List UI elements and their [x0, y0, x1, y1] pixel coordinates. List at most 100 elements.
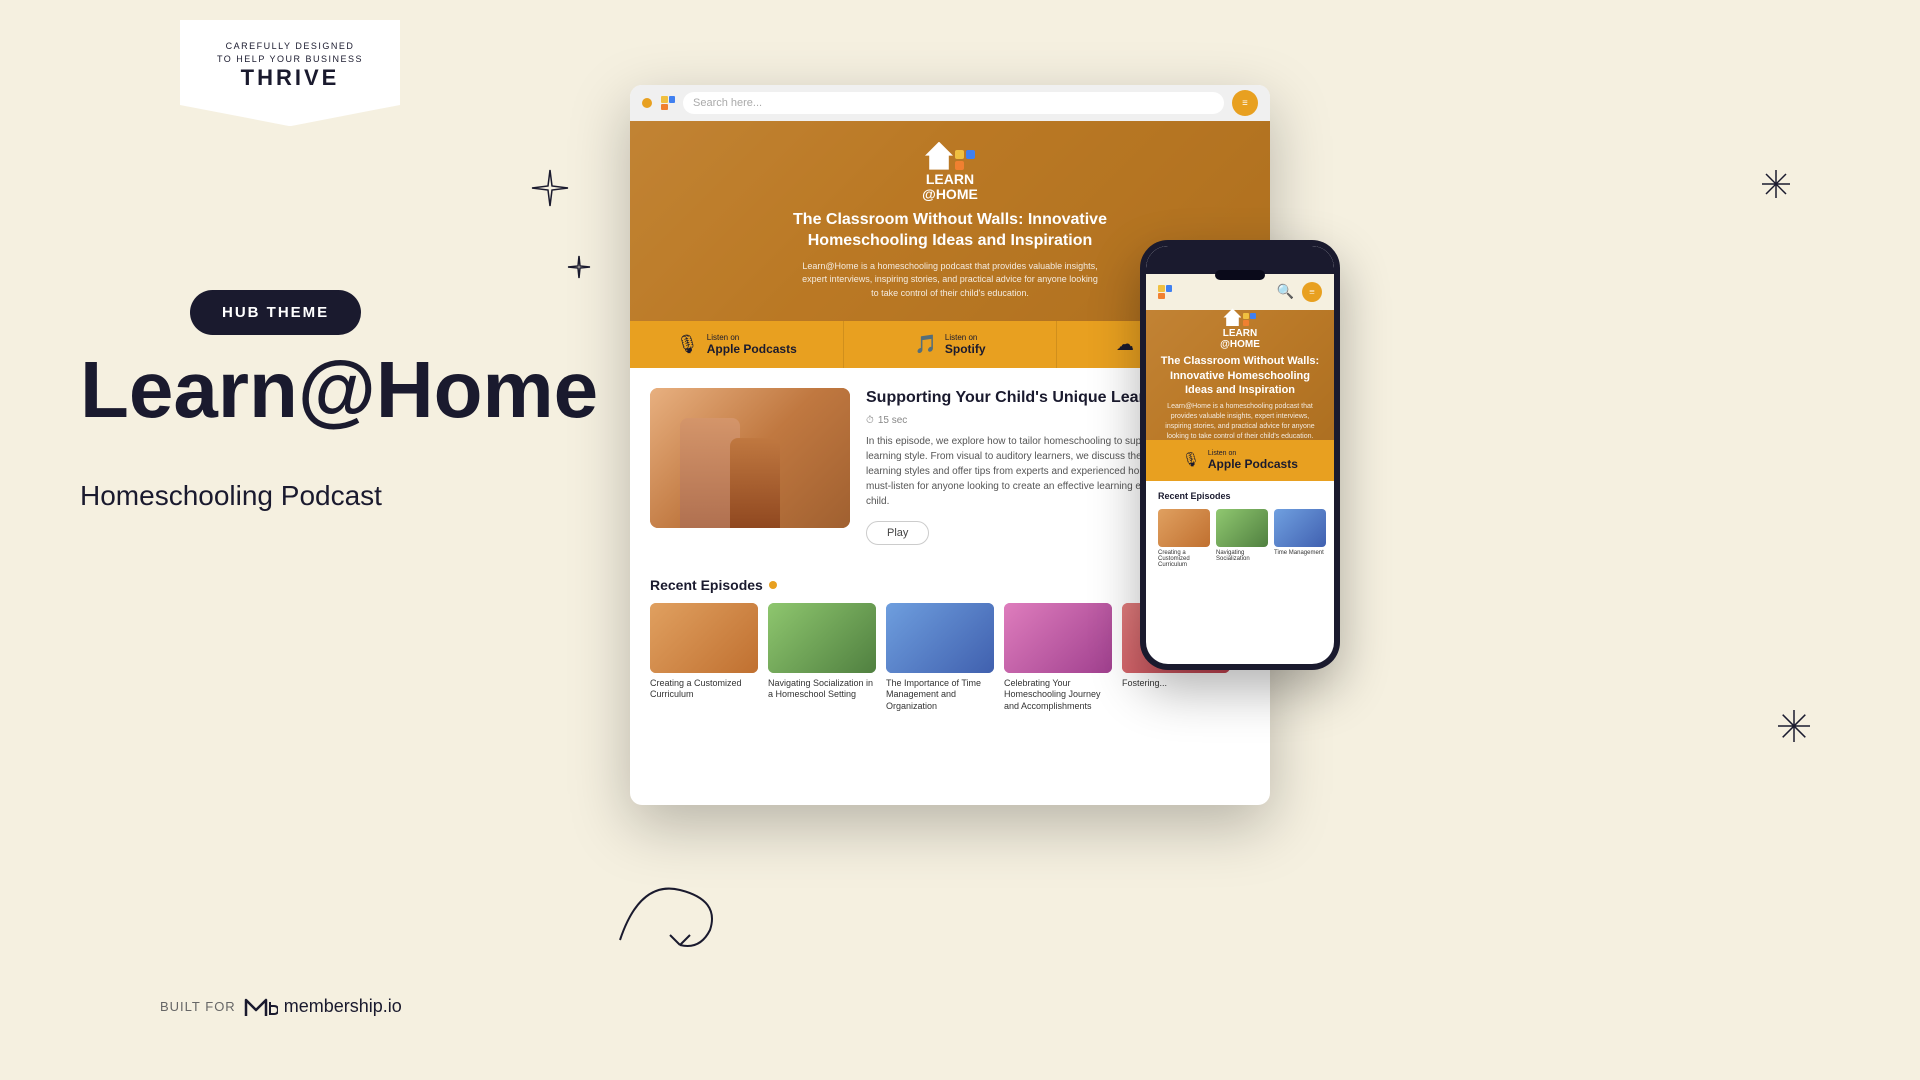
recent-label-4: Celebrating Your Homeschooling Journey a…: [1004, 678, 1112, 713]
mobile-color-blocks: [1243, 313, 1256, 326]
play-button[interactable]: Play: [866, 521, 929, 545]
mobile-hero-title: The Classroom Without Walls: Innovative …: [1158, 354, 1322, 397]
mobile-section-title: Recent Episodes: [1158, 491, 1322, 501]
mobile-recent-label-1: Creating a Customized Curriculum: [1158, 550, 1210, 568]
hero-logo-text: LEARN @HOME: [922, 172, 978, 203]
mobile-house-icon: [1223, 308, 1241, 326]
membership-m-icon: [244, 992, 278, 1020]
mobile-mockup: 🔍 ≡ LEARN @HOM: [1140, 240, 1340, 670]
recent-thumb-4: [1004, 603, 1112, 673]
search-placeholder: Search here...: [693, 97, 762, 109]
mobile-inner: 🔍 ≡ LEARN @HOM: [1146, 246, 1334, 664]
soundcloud-icon: ☁: [1116, 334, 1134, 355]
logo-empty: [966, 161, 975, 170]
mobile-notch-bar: [1146, 246, 1334, 274]
thumb-2-bg: [768, 603, 876, 673]
main-title: Learn@Home: [80, 350, 598, 430]
mb-empty: [1250, 320, 1256, 326]
star-decoration-3: [1762, 170, 1790, 202]
recent-label-5: Fostering...: [1122, 678, 1230, 690]
house-icon: [925, 142, 953, 170]
mb-blue: [1250, 313, 1256, 319]
left-panel: CAREFULLY DESIGNED TO HELP YOUR BUSINESS…: [0, 0, 640, 1080]
mobile-top-icons: 🔍 ≡: [1277, 282, 1322, 302]
recent-episode-3: The Importance of Time Management and Or…: [886, 603, 994, 713]
browser-search-bar[interactable]: Search here...: [683, 92, 1224, 114]
mobile-logo-small: [1158, 285, 1172, 299]
browser-menu-button[interactable]: ≡: [1232, 90, 1258, 116]
menu-icon: ≡: [1242, 98, 1248, 109]
mobile-recent-1: Creating a Customized Curriculum: [1158, 509, 1210, 568]
mobile-recent-thumb-1: [1158, 509, 1210, 547]
mobile-recent-label-2: Navigating Socialization: [1216, 550, 1268, 562]
recent-thumb-1: [650, 603, 758, 673]
recent-episode-4: Celebrating Your Homeschooling Journey a…: [1004, 603, 1112, 713]
browser-hero-logo: LEARN @HOME: [922, 142, 978, 203]
built-for-section: BUILT FOR membership.io: [160, 992, 402, 1020]
mobile-hero: LEARN @HOME The Classroom Without Walls:…: [1146, 310, 1334, 440]
mobile-search-icon[interactable]: 🔍: [1277, 284, 1294, 301]
mobile-hero-logo: LEARN @HOME: [1220, 308, 1260, 350]
subtitle: Homeschooling Podcast: [80, 480, 382, 512]
recent-dot-indicator: [769, 581, 777, 589]
banner-line2: TO HELP YOUR BUSINESS: [200, 53, 380, 66]
thumb-3-bg: [886, 603, 994, 673]
mobile-apple-podcasts-button[interactable]: 🎙 Listen on Apple Podcasts: [1146, 440, 1334, 481]
mobile-content: Recent Episodes Creating a Customized Cu…: [1146, 481, 1334, 664]
mobile-logo-empty: [1166, 293, 1173, 300]
logo-yellow: [955, 150, 964, 159]
recent-label-1: Creating a Customized Curriculum: [650, 678, 758, 701]
recent-thumb-3: [886, 603, 994, 673]
clock-icon: ⏱: [866, 415, 874, 426]
mobile-recent-label-3: Time Management: [1274, 550, 1326, 556]
logo-block-yellow: [661, 96, 668, 103]
mb-yellow: [1243, 313, 1249, 319]
browser-bar: Search here... ≡: [630, 85, 1270, 121]
logo-block-empty: [669, 104, 676, 111]
apple-podcasts-text: Listen on Apple Podcasts: [707, 333, 797, 356]
mobile-logo-orange: [1158, 293, 1165, 300]
banner-line1: CAREFULLY DESIGNED: [200, 40, 380, 53]
mobile-menu-icon[interactable]: ≡: [1302, 282, 1322, 302]
mobile-logo-blocks: [1158, 285, 1172, 299]
mobile-hero-logo-text: LEARN @HOME: [1220, 328, 1260, 350]
mobile-recent-3: Time Management: [1274, 509, 1326, 568]
banner: CAREFULLY DESIGNED TO HELP YOUR BUSINESS…: [180, 20, 400, 126]
recent-label-3: The Importance of Time Management and Or…: [886, 678, 994, 713]
hero-logo-icon: [925, 142, 975, 170]
browser-hero-description: Learn@Home is a homeschooling podcast th…: [800, 260, 1100, 301]
browser-hero-title: The Classroom Without Walls: Innovative …: [770, 210, 1130, 252]
logo-block-orange: [661, 104, 668, 111]
mobile-podcast-icon: 🎙: [1182, 452, 1200, 469]
membership-logo: membership.io: [244, 992, 402, 1020]
apple-podcasts-button[interactable]: 🎙 Listen on Apple Podcasts: [630, 321, 844, 368]
mobile-logo-yellow: [1158, 285, 1165, 292]
spotify-icon: 🎵: [914, 334, 936, 355]
mobile-podcast-texts: Listen on Apple Podcasts: [1208, 450, 1298, 471]
recent-episode-2: Navigating Socialization in a Homeschool…: [768, 603, 876, 713]
banner-thrive: THRIVE: [200, 65, 380, 91]
spotify-text: Listen on Spotify: [945, 333, 986, 356]
logo-blue: [966, 150, 975, 159]
recent-thumb-2: [768, 603, 876, 673]
mobile-recent-thumb-2: [1216, 509, 1268, 547]
hub-theme-badge: HUB THEME: [190, 290, 361, 335]
logo-orange: [955, 161, 964, 170]
apple-podcasts-icon: 🎙: [676, 334, 699, 355]
thumb-1-bg: [650, 603, 758, 673]
mobile-recent-grid: Creating a Customized Curriculum Navigat…: [1158, 509, 1322, 568]
mobile-recent-thumb-3: [1274, 509, 1326, 547]
recent-label-2: Navigating Socialization in a Homeschool…: [768, 678, 876, 701]
built-for-label: BUILT FOR: [160, 999, 236, 1014]
logo-block-blue: [669, 96, 676, 103]
thumb-4-bg: [1004, 603, 1112, 673]
star-decoration-4: [1778, 710, 1810, 748]
browser-dot-yellow: [642, 98, 652, 108]
mobile-hero-logo-icon: [1220, 308, 1260, 326]
membership-name: membership.io: [284, 996, 402, 1017]
mobile-logo-blue: [1166, 285, 1173, 292]
spotify-button[interactable]: 🎵 Listen on Spotify: [844, 321, 1058, 368]
episode-thumbnail: [650, 388, 850, 528]
logo-color-blocks: [955, 150, 975, 170]
episode-person-2: [730, 438, 780, 528]
